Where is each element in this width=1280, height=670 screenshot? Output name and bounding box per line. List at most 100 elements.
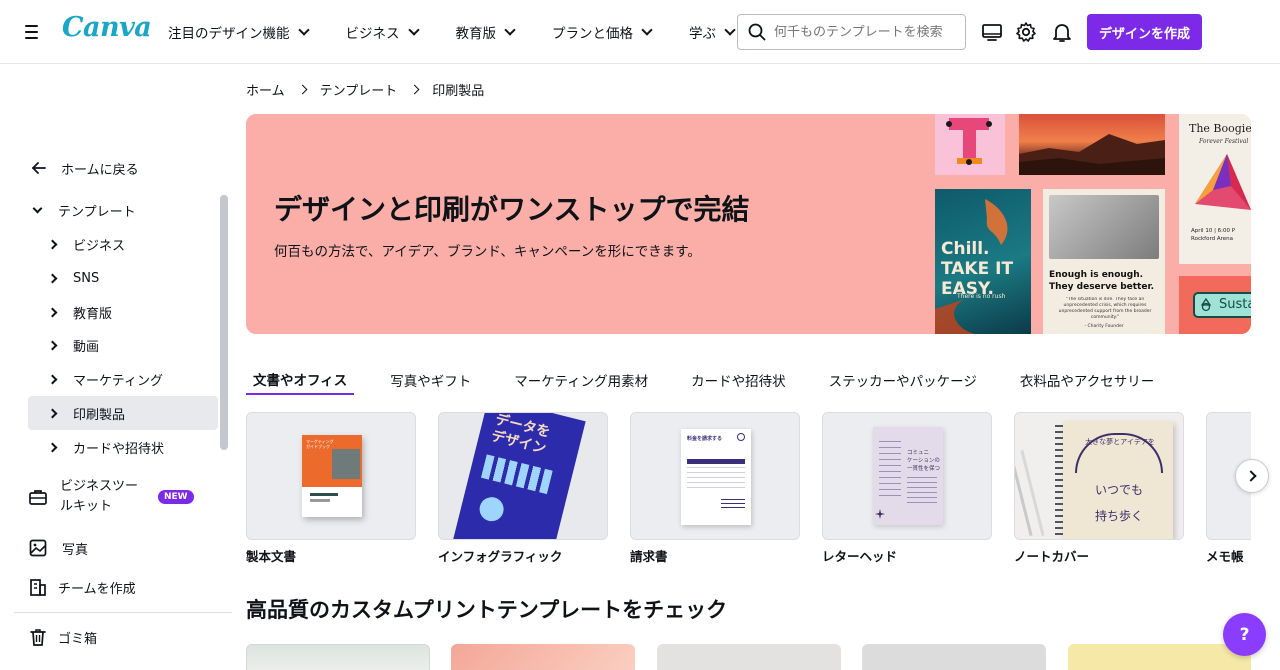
sidebar-item-cards[interactable]: カードや招待状 [28,430,218,464]
sidebar-item-label: マーケティング [73,373,163,389]
card-label: メモ帳 [1206,549,1244,564]
sidebar-item-business-toolkit[interactable]: ビジネスツールキット NEW [28,477,218,517]
business-toolkit-label: ビジネスツールキット [60,479,139,514]
tab-apparel[interactable]: 衣料品やアクセサリー [1013,365,1161,395]
carousel-next-button[interactable] [1235,459,1269,493]
tab-documents[interactable]: 文書やオフィス [246,365,355,395]
sidebar-item-label: SNS [73,270,100,286]
recycle-icon [1200,298,1212,312]
festival-venue: Rockford Arena [1191,236,1233,242]
card-label: 請求書 [630,549,668,564]
chevron-down-icon [32,203,43,213]
template-card-notebook[interactable]: 大きな夢とアイデアを いつでも 持ち歩く ノートカバー [1014,412,1184,565]
back-home-link[interactable]: ホームに戻る [28,151,218,185]
template-card[interactable] [657,644,841,670]
nav-pricing[interactable]: プランと価格 [552,12,653,52]
sidebar-item-label: 教育版 [73,306,113,322]
card-thumbnail[interactable]: コミュニ ケーションの 一貫性を保つ [822,412,992,540]
template-card-infographic[interactable]: データを デザイン インフォグラフィック [438,412,608,565]
chevron-right-icon [47,340,58,350]
card-label: 製本文書 [246,549,297,564]
sidebar: ホームに戻る テンプレート ビジネス SNS 教育版 動画 マーケティング 印刷… [0,65,232,670]
nav-learn[interactable]: 学ぶ [689,12,736,52]
chevron-right-icon [47,442,58,452]
breadcrumb-home[interactable]: ホーム [246,80,285,99]
breadcrumb-templates[interactable]: テンプレート [320,80,398,99]
chevron-right-icon [47,307,58,317]
tab-cards[interactable]: カードや招待状 [684,365,793,395]
hero-tile-chill-poster: Chill. TAKE IT EASY. There is no rush [935,189,1031,334]
canva-logo[interactable]: Canva [62,12,152,43]
sidebar-item-sns[interactable]: SNS [28,261,218,295]
sidebar-scrollbar[interactable] [220,195,228,450]
chevron-right-icon [47,408,58,418]
create-design-button[interactable]: デザインを作成 [1087,14,1202,50]
sparkle-icon [875,509,885,519]
sidebar-item-education[interactable]: 教育版 [28,295,218,329]
template-cards: マーケティング ガイドブック 製本文書 データを デザイン インフォグラフィック… [246,412,1251,572]
help-button[interactable]: ? [1223,613,1266,656]
nav-features[interactable]: 注目のデザイン機能 [168,12,310,52]
hamburger-menu-icon[interactable] [20,20,44,44]
photos-label: 写真 [62,542,89,558]
template-card[interactable] [451,644,635,670]
hero-subtitle: 何百もの方法で、アイデア、ブランド、キャンペーンを形にできます。 [274,244,701,260]
notebook-graphic: 大きな夢とアイデアを いつでも 持ち歩く [1063,421,1173,539]
nav-business-label: ビジネス [345,26,400,42]
template-card-letterhead[interactable]: コミュニ ケーションの 一貫性を保つ レターヘッド [822,412,992,565]
nav-business[interactable]: ビジネス [345,12,420,52]
sidebar-item-photos[interactable]: 写真 [28,531,218,565]
search-box[interactable] [737,14,966,50]
charity-poster-headline: Enough is enough. They deserve better. [1049,270,1155,292]
booklet-graphic: マーケティング ガイドブック [302,435,362,517]
breadcrumb: ホーム テンプレート 印刷製品 [246,80,484,99]
infographic-graphic: データを デザイン [452,413,586,539]
trash-label: ゴミ箱 [58,631,98,647]
nav-pricing-label: プランと価格 [552,26,633,42]
chevron-down-icon [297,24,310,36]
section-title: 高品質のカスタムプリントテンプレートをチェック [246,598,728,622]
photo-icon [29,539,47,557]
template-card-invoice[interactable]: 料金を請求する 請求書 [630,412,800,565]
desktop-app-icon[interactable] [980,20,1004,44]
card-thumbnail[interactable]: 大きな夢とアイデアを いつでも 持ち歩く [1014,412,1184,540]
template-card-booklet[interactable]: マーケティング ガイドブック 製本文書 [246,412,416,565]
search-input[interactable] [774,24,954,40]
festival-subtitle: Forever Festival [1199,138,1249,145]
sidebar-item-create-team[interactable]: チームを作成 [28,570,218,604]
pyramid-graphic [1195,154,1251,210]
card-thumbnail[interactable]: マーケティング ガイドブック [246,412,416,540]
template-card[interactable] [1068,644,1251,670]
sidebar-item-print[interactable]: 印刷製品 [28,396,218,430]
card-thumbnail[interactable]: データを デザイン [438,412,608,540]
new-badge: NEW [158,490,194,504]
bell-icon[interactable] [1050,20,1074,44]
chevron-right-icon [47,374,58,384]
crowd-photo [1049,195,1159,259]
sidebar-item-templates[interactable]: テンプレート [28,193,218,227]
sidebar-item-marketing[interactable]: マーケティング [28,362,218,396]
main-nav: 注目のデザイン機能 ビジネス 教育版 プランと価格 学ぶ [168,0,736,64]
template-card[interactable] [246,644,430,670]
card-thumbnail[interactable]: 料金を請求する [630,412,800,540]
nav-education[interactable]: 教育版 [455,12,516,52]
template-card[interactable] [862,644,1046,670]
sidebar-item-video[interactable]: 動画 [28,328,218,362]
nav-education-label: 教育版 [455,26,497,42]
search-icon [748,23,766,41]
sidebar-item-business[interactable]: ビジネス [28,227,218,261]
arrow-left-icon [32,162,46,174]
notebook-arc-text: 大きな夢とアイデアを [1085,438,1155,446]
back-home-label: ホームに戻る [61,162,139,178]
team-building-icon [30,579,46,596]
tab-marketing[interactable]: マーケティング用素材 [507,365,655,395]
breadcrumb-current: 印刷製品 [432,84,485,99]
gear-icon[interactable] [1014,20,1038,44]
card-label: ノートカバー [1014,549,1090,564]
festival-title: The Boogie D [1189,122,1251,135]
tab-stickers[interactable]: ステッカーやパッケージ [822,365,984,395]
sidebar-item-trash[interactable]: ゴミ箱 [28,620,218,654]
tab-photo-gifts[interactable]: 写真やギフト [383,365,478,395]
briefcase-icon [29,490,47,505]
chevron-down-icon [724,24,736,36]
